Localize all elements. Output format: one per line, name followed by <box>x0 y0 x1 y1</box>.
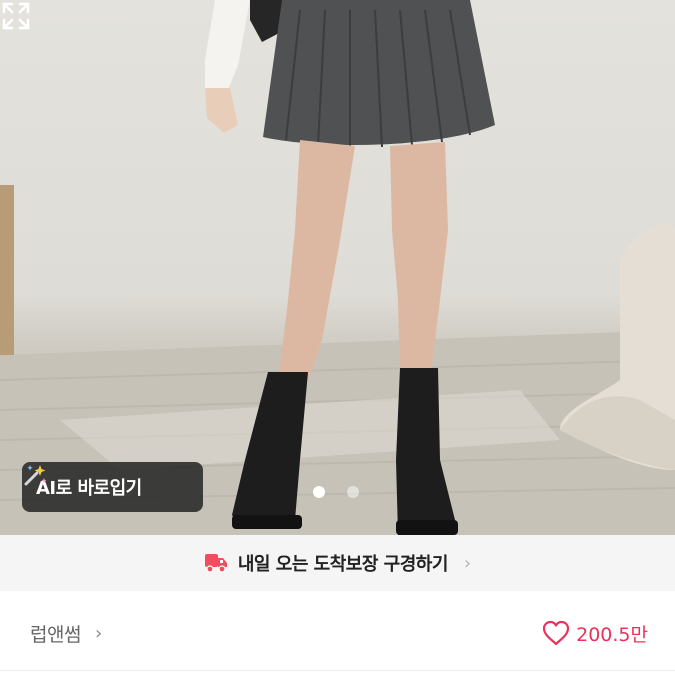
carousel-indicator <box>313 486 359 498</box>
delivery-truck-icon <box>204 554 227 573</box>
divider <box>0 670 675 671</box>
chevron-right-icon: › <box>463 552 472 574</box>
guaranteed-delivery-text: 내일 오는 도착보장 구경하기 <box>237 554 449 575</box>
ai-try-on-label: AI로 바로입기 <box>36 478 142 499</box>
heart-outline-icon <box>543 620 570 646</box>
carousel-dot-active[interactable] <box>313 486 325 498</box>
like-button[interactable]: 200.5만 <box>542 620 648 647</box>
expand-icon[interactable] <box>0 0 32 32</box>
guaranteed-delivery-banner[interactable]: 내일 오는 도착보장 구경하기 › <box>0 535 675 591</box>
chevron-right-icon: › <box>94 622 103 644</box>
seller-info-row: 럽앤썸 › 200.5만 <box>0 591 675 675</box>
seller-name: 럽앤썸 <box>30 623 81 646</box>
carousel-dot[interactable] <box>347 486 359 498</box>
magic-wand-icon <box>24 465 47 486</box>
ai-try-on-button[interactable]: AI로 바로입기 <box>22 462 203 512</box>
product-photo[interactable]: AI로 바로입기 <box>0 0 675 535</box>
seller-link[interactable]: 럽앤썸 › <box>30 620 102 647</box>
product-photo-illustration <box>0 0 675 535</box>
like-count: 200.5만 <box>576 623 648 646</box>
